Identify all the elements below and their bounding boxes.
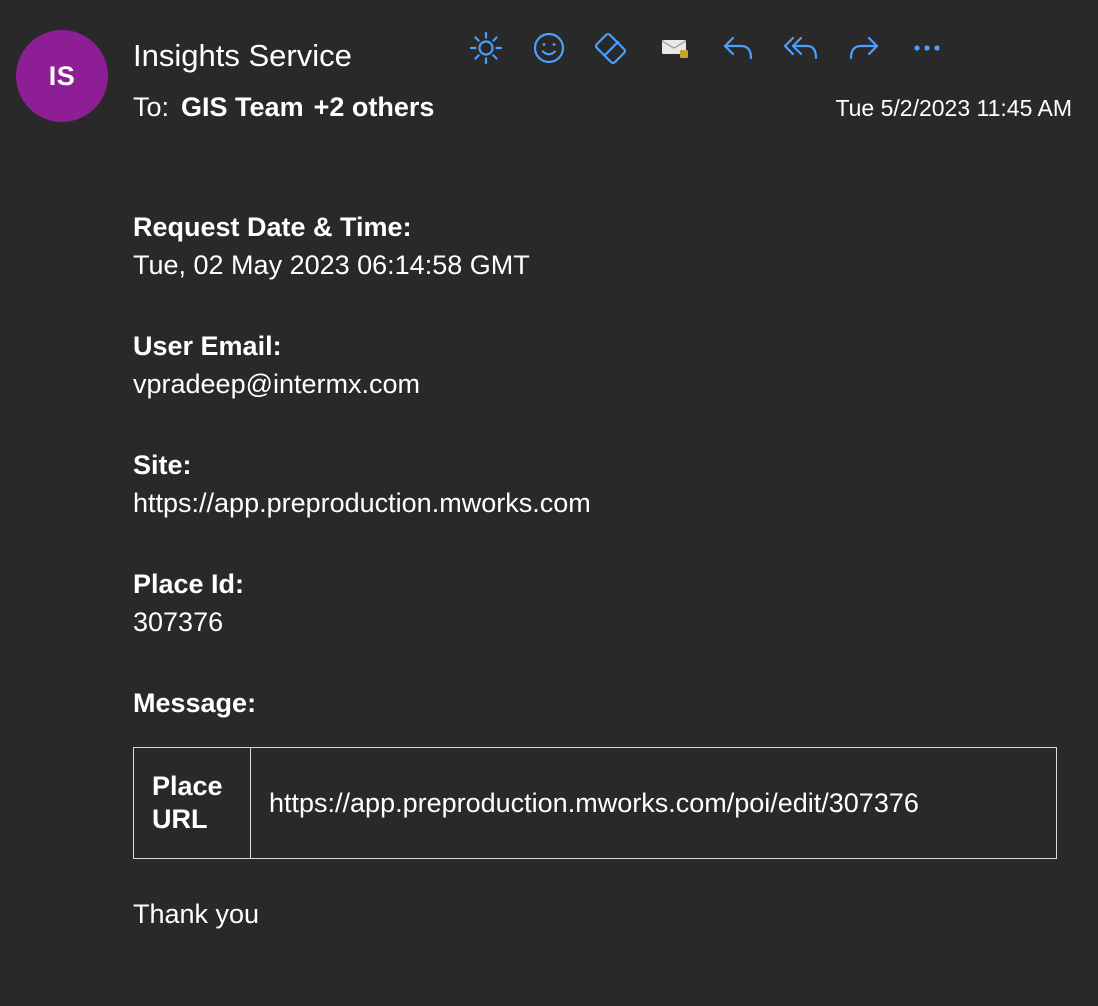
react-button[interactable] [525,24,573,72]
forward-button[interactable] [840,24,888,72]
field-value: vpradeep@intermx.com [133,369,421,399]
field-user-email: User Email: vpradeep@intermx.com [133,327,1073,403]
field-site: Site: https://app.preproduction.mworks.c… [133,446,1073,522]
to-label: To: [133,92,170,122]
avatar[interactable]: IS [16,30,108,122]
key-line: Place [152,771,223,801]
more-actions-button[interactable] [903,24,951,72]
immersive-reader-button[interactable] [462,24,510,72]
table-row: Place URL https://app.preproduction.mwor… [133,747,1057,859]
reply-all-button[interactable] [777,24,825,72]
more-icon [914,45,940,51]
message-label: Message: [133,688,257,718]
field-value: https://app.preproduction.mworks.com [133,488,591,518]
field-label: User Email: [133,331,282,361]
envelope-icon [661,40,688,58]
reply-all-icon [783,36,818,60]
field-request-datetime: Request Date & Time: Tue, 02 May 2023 06… [133,208,1073,284]
field-value: Tue, 02 May 2023 06:14:58 GMT [133,250,530,280]
message-body: Request Date & Time: Tue, 02 May 2023 06… [133,208,1073,933]
place-url-key-cell: Place URL [133,747,251,859]
smiley-icon [533,32,565,64]
sender-name[interactable]: Insights Service [133,38,352,74]
field-value: 307376 [133,607,224,637]
recipients-line: To: GIS Team +2 others [133,92,434,123]
other-recipients-link[interactable]: +2 others [314,92,435,122]
field-label: Site: [133,450,192,480]
message-toolbar [462,24,951,72]
tag-icon [594,32,627,65]
field-label: Request Date & Time: [133,212,412,242]
forward-icon [849,36,879,60]
closing-text: Thank you [133,899,260,929]
received-timestamp: Tue 5/2/2023 11:45 AM [835,95,1072,121]
categorize-button[interactable] [588,24,636,72]
field-place-id: Place Id: 307376 [133,565,1073,641]
sun-icon [469,31,503,65]
recipient-gis-team[interactable]: GIS Team [181,92,304,122]
avatar-initials: IS [48,60,76,91]
mark-unread-button[interactable] [651,24,699,72]
key-line: URL [152,804,208,834]
message-table: Place URL https://app.preproduction.mwor… [133,747,1057,859]
place-url-value-cell[interactable]: https://app.preproduction.mworks.com/poi… [250,747,1057,859]
email-reading-pane: IS Insights Service To: GIS Team +2 others [0,0,1098,1006]
reply-button[interactable] [714,24,762,72]
field-label: Place Id: [133,569,245,599]
reply-icon [723,36,753,60]
